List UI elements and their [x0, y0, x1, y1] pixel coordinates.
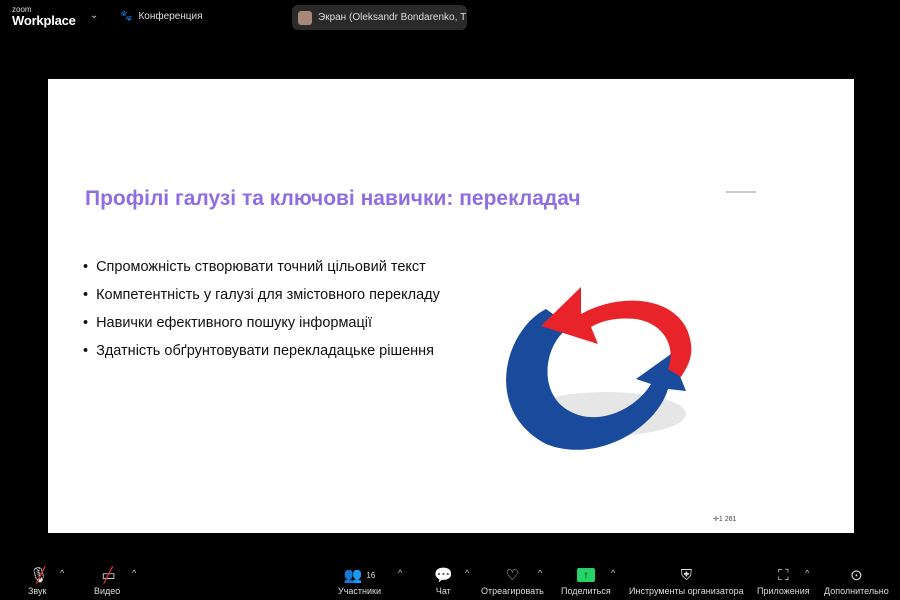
meeting-toolbar: 🎙 ╱ Звук ^ ▭ ╱ Видео ^ 👥 16 Участники ^ 💬 Чат ^… — [0, 560, 900, 600]
react-button[interactable]: ♡ Отреагировать — [481, 564, 544, 596]
list-item: • Спроможність створювати точний цільовий… — [83, 259, 426, 275]
avatar — [298, 10, 312, 25]
apps-button[interactable]: ⛶ Приложения — [757, 564, 810, 597]
video-button[interactable]: ▭ ╱ Видео — [94, 564, 120, 596]
chat-icon: 💬 — [434, 567, 453, 584]
more-button[interactable]: ⊙ Дополнительно — [824, 564, 889, 596]
logo-mark: ✛1 261 — [713, 516, 737, 523]
video-off-icon: ▭ ╱ — [101, 567, 116, 584]
audio-button[interactable]: 🎙 ╱ Звук — [28, 564, 49, 596]
chat-button[interactable]: 💬 Чат — [434, 564, 453, 596]
heart-icon: ♡ — [505, 567, 520, 584]
meeting-label: Конференция — [138, 11, 203, 22]
share-screen-icon: ↑ — [576, 568, 595, 582]
cycle-arrows-graphic — [506, 287, 692, 450]
participants-button[interactable]: 👥 16 Участники — [338, 564, 381, 596]
participants-icon: 👥 16 — [343, 567, 376, 584]
meeting-info-button[interactable]: 🐾 Конференция — [120, 11, 203, 22]
apps-icon: ⛶ — [778, 566, 789, 584]
chevron-down-icon[interactable]: ⌄ — [90, 10, 98, 21]
video-options-caret[interactable]: ^ — [132, 568, 136, 578]
screen-share-pill[interactable]: Экран (Oleksandr Bondarenko, Т ··· — [292, 5, 467, 30]
bullet-list: • Спроможність створювати точний цільовий… — [83, 259, 440, 371]
list-item: • Навички ефективного пошуку інформації — [83, 315, 373, 331]
share-button[interactable]: ↑ Поделиться — [561, 564, 611, 596]
divider — [726, 191, 756, 193]
logo-big: Workplace — [12, 13, 76, 28]
apps-caret[interactable]: ^ — [805, 568, 809, 578]
shared-slide: Профілі галузі та ключові навички: перек… — [48, 79, 854, 533]
paw-icon: 🐾 — [120, 11, 133, 22]
share-caret[interactable]: ^ — [611, 568, 615, 578]
participants-caret[interactable]: ^ — [398, 568, 402, 578]
zoom-logo: zoom Workplace — [12, 6, 76, 28]
chat-caret[interactable]: ^ — [465, 568, 469, 578]
host-tools-button[interactable]: ⛨ Инструменты организатора — [629, 564, 744, 597]
list-item: • Компетентність у галузі для змістовного… — [83, 287, 440, 303]
shield-icon: ⛨ — [680, 566, 692, 584]
react-caret[interactable]: ^ — [538, 568, 542, 578]
top-bar: zoom Workplace ⌄ 🐾 Конференция Экран (Ol… — [0, 0, 900, 36]
more-icon: ⊙ — [850, 567, 863, 584]
list-item: • Здатність обґрунтовувати перекладацьке … — [83, 343, 435, 359]
audio-options-caret[interactable]: ^ — [60, 568, 64, 578]
mic-muted-icon: 🎙 ╱ — [29, 567, 49, 584]
screen-label: Экран (Oleksandr Bondarenko, Т — [318, 12, 467, 23]
slide-title: Профілі галузі та ключові навички: перек… — [85, 187, 581, 210]
